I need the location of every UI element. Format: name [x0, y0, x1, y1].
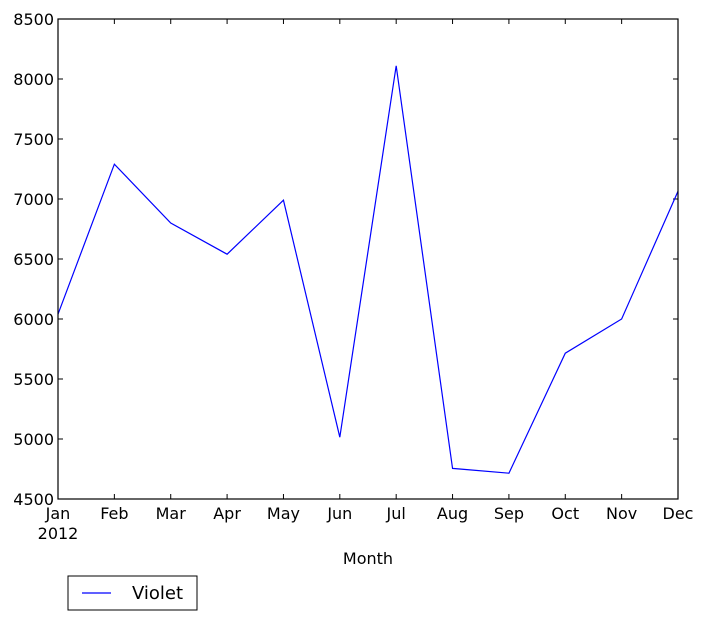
y-tick-label: 8000 — [13, 70, 54, 89]
y-tick-label: 6000 — [13, 310, 54, 329]
x-tick-label: Jul — [386, 504, 406, 523]
x-tick-label: Dec — [663, 504, 694, 523]
x-tick-label: Feb — [100, 504, 128, 523]
y-tick-label: 5000 — [13, 430, 54, 449]
x-tick-label: May — [267, 504, 300, 523]
x-axis-title: Month — [343, 549, 393, 568]
y-tick-label: 8500 — [13, 10, 54, 29]
x-tick-label: Apr — [213, 504, 241, 523]
legend: Violet — [67, 575, 198, 611]
x-tick-label: Sep — [494, 504, 524, 523]
x-tick-label: Nov — [606, 504, 637, 523]
y-tick-label: 7500 — [13, 130, 54, 149]
x-tick-label: Jun — [326, 504, 352, 523]
legend-label-violet: Violet — [132, 583, 183, 604]
x-tick-label: Jan — [45, 504, 71, 523]
x-tick-label: Aug — [437, 504, 468, 523]
y-tick-label: 5500 — [13, 370, 54, 389]
plot-area — [58, 19, 678, 499]
x-axis-year-label: 2012 — [38, 524, 79, 543]
x-tick-label: Mar — [156, 504, 187, 523]
line-chart: 450050005500600065007000750080008500 Jan… — [13, 10, 694, 611]
y-tick-label: 6500 — [13, 250, 54, 269]
x-tick-label: Oct — [551, 504, 579, 523]
y-tick-label: 7000 — [13, 190, 54, 209]
